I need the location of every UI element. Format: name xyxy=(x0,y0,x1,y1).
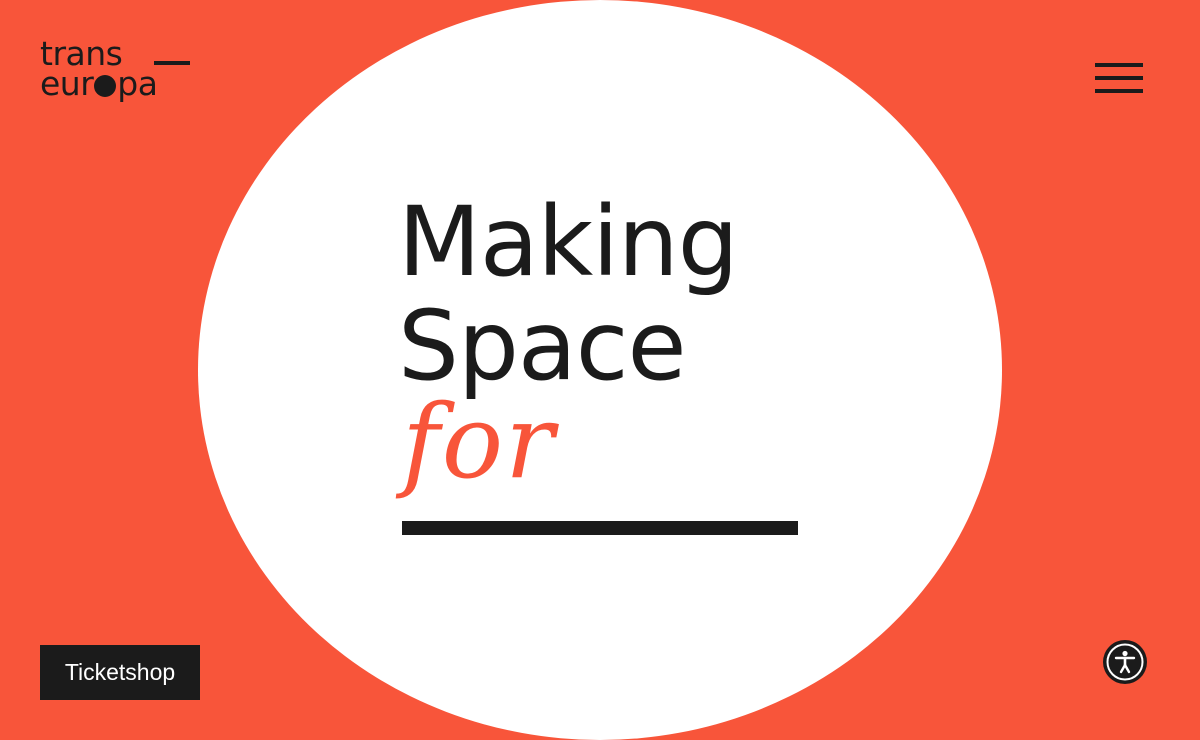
accessibility-glyph-icon xyxy=(1106,643,1144,681)
logo-line-2-right: pa xyxy=(117,64,158,103)
hamburger-menu-icon[interactable] xyxy=(1094,60,1144,100)
menu-bar-middle xyxy=(1095,76,1143,80)
hero-script-word: for xyxy=(402,383,556,502)
headline-line-1: Making xyxy=(398,186,739,298)
logo-line-2-left: eur xyxy=(40,64,94,103)
logo-line-2: eur pa xyxy=(40,64,158,103)
logo-dot xyxy=(94,75,117,97)
ticketshop-button[interactable]: Ticketshop xyxy=(40,645,200,700)
accessibility-icon[interactable] xyxy=(1103,640,1147,684)
menu-bar-top xyxy=(1095,63,1143,67)
hero-underline xyxy=(402,521,798,535)
menu-bar-bottom xyxy=(1095,89,1143,93)
site-logo[interactable]: trans eur pa xyxy=(40,37,200,107)
logo-dash xyxy=(154,61,190,65)
hero-headline: Making Space xyxy=(398,190,818,398)
